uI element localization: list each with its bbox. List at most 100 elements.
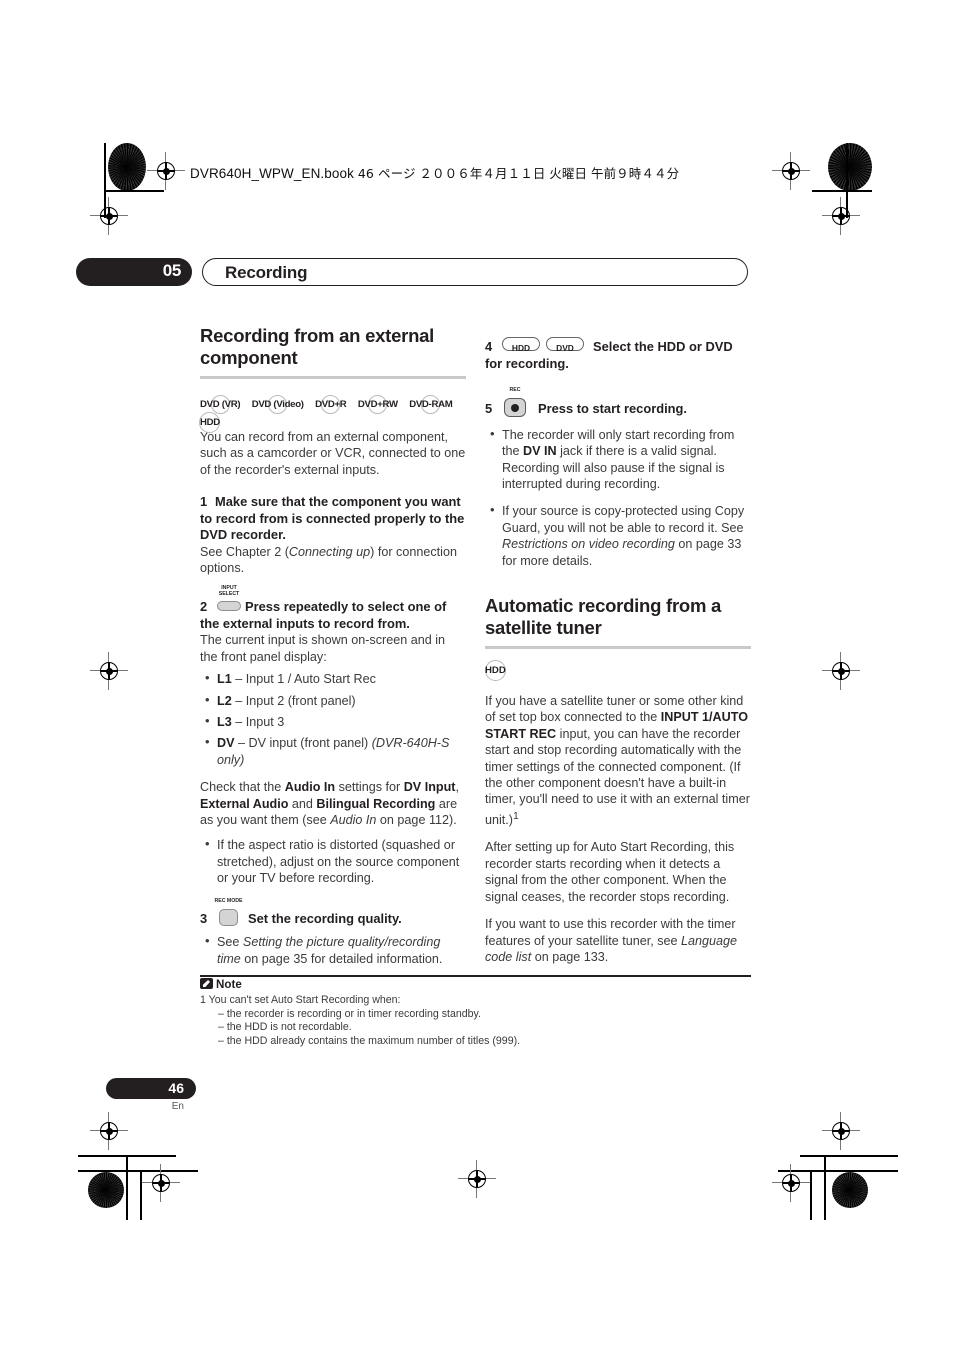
disc-badge-dvd-vr: DVD (VR) — [200, 395, 241, 415]
disc-badge-dvd-video: DVD (Video) — [252, 395, 304, 415]
input-list: L1 – Input 1 / Auto Start Rec L2 – Input… — [200, 670, 466, 768]
chapter-title-pill: Recording — [202, 258, 748, 286]
note-subitem-3: – the HDD already contains the maximum n… — [218, 1034, 521, 1047]
step-4-number: 4 — [485, 339, 493, 354]
step-2-detail: The current input is shown on-screen and… — [200, 633, 446, 664]
hdd-key[interactable]: HDD — [502, 337, 540, 353]
input-select-key[interactable]: INPUT SELECT — [217, 585, 241, 616]
list-item-l1: L1 – Input 1 / Auto Start Rec — [200, 670, 466, 687]
page-language: En — [171, 1101, 184, 1112]
list-item-l2: L2 – Input 2 (front panel) — [200, 691, 466, 709]
rec-mode-key[interactable]: REC MODE — [215, 898, 242, 931]
disc-badge-dvd-plus-r: DVD+R — [315, 395, 347, 415]
step-4: 4 HDD DVD Select the HDD or DVD for recordi… — [485, 337, 751, 372]
note-subitem-1: – the recorder is recording or in timer … — [218, 1007, 482, 1020]
right-column: 4 HDD DVD Select the HDD or DVD for recordi… — [484, 325, 751, 965]
step-1-detail-italic: Connecting up — [288, 545, 371, 559]
step-3-text: Set the recording quality. — [248, 910, 402, 926]
density-spot-top-right — [828, 143, 872, 191]
heading-rule — [200, 376, 466, 379]
dvd-key[interactable]: DVD — [546, 337, 584, 353]
registration-mark-left-mid — [90, 652, 128, 690]
step-5-number: 5 — [485, 401, 493, 417]
registration-mark-right-lower — [822, 1112, 860, 1150]
print-header-page-ref: 46 ページ — [357, 166, 416, 181]
step-3: 3 REC MODE Set the recording quality. — [200, 898, 466, 931]
page-number-badge: 46 — [106, 1078, 196, 1099]
step-2: 2 INPUT SELECT Press repeatedly to select o… — [200, 585, 466, 632]
note-subitem-2: – the HDD is not recordable. — [218, 1021, 352, 1034]
registration-mark-right-mid — [822, 652, 860, 690]
list-item-l2-label: L2 — [217, 693, 232, 708]
list-item-copy-guard-note: If your source is copy-protected using C… — [485, 502, 751, 569]
list-item-l3-label: L3 — [217, 714, 232, 729]
list-item-dv-in-note: The recorder will only start recording f… — [485, 426, 751, 493]
list-item-dv-label: DV — [217, 736, 235, 751]
print-header-time: 午前９時４４分 — [590, 166, 680, 181]
rec-mode-key-label: REC MODE — [214, 897, 243, 904]
crop-mark-bottom-left-v — [126, 1155, 128, 1220]
section-heading-recording-external: Recording from an external component — [200, 325, 435, 368]
registration-mark-left-upper — [90, 197, 128, 235]
step-2-number: 2 — [200, 598, 208, 614]
disc-badge-hdd: HDD — [199, 412, 221, 434]
section-heading-automatic-recording: Automatic recording from a satellite tun… — [485, 595, 722, 639]
note-icon — [200, 978, 213, 989]
rec-quality-note-list: See Setting the picture quality/recordin… — [200, 933, 466, 967]
note-separator-rule — [200, 975, 751, 977]
registration-mark-top-right — [772, 152, 810, 190]
note-item-1: 1 You can't set Auto Start Recording whe… — [200, 994, 401, 1006]
registration-mark-right-upper — [822, 197, 860, 235]
crop-mark-top-left-h — [104, 190, 164, 192]
audio-in-paragraph: Check that the Audio In settings for DV … — [200, 780, 459, 827]
aspect-ratio-note-list: If the aspect ratio is distorted (squash… — [200, 836, 466, 886]
density-spot-bottom-right — [832, 1172, 868, 1208]
disc-compatibility-row: DVD (VR) DVD (Video) DVD+R DVD+RW DVD-RA… — [199, 395, 466, 434]
step-5-text: Press to start recording. — [538, 401, 688, 417]
step-1-detail-a: See Chapter 2 ( — [200, 545, 289, 559]
chapter-bar: 05 Recording — [76, 258, 748, 286]
rec-key-label: REC — [509, 387, 521, 394]
note-title-row: Note — [200, 978, 751, 991]
disc-badge-dvd-ram: DVD-RAM — [409, 395, 453, 415]
list-item-l1-label: L1 — [217, 672, 232, 687]
list-item-rec-quality: See Setting the picture quality/recordin… — [200, 933, 466, 967]
chapter-number: 05 — [162, 261, 182, 280]
intro-paragraph: You can record from an external componen… — [200, 430, 466, 477]
registration-mark-left-lower — [90, 1112, 128, 1150]
crop-mark-bottom-left-v2 — [140, 1170, 142, 1220]
step-3-number: 3 — [200, 910, 208, 926]
registration-mark-bottom-right — [772, 1164, 810, 1202]
crop-mark-bottom-right-h — [800, 1155, 898, 1157]
registration-mark-top-left — [147, 152, 185, 190]
disc-compatibility-row-2: HDD — [484, 649, 751, 682]
crop-mark-bottom-right-v2 — [810, 1170, 812, 1220]
chapter-number-badge: 05 — [76, 258, 192, 286]
step-5: 5 REC Press to start recording. — [485, 387, 751, 422]
step-5-notes: The recorder will only start recording f… — [485, 426, 751, 569]
note-block: Note 1 You can't set Auto Start Recordin… — [200, 978, 751, 1048]
step-1: 1 Make sure that the component you want t… — [200, 494, 466, 544]
footnote-marker-1: 1 — [513, 809, 519, 822]
print-header-line: DVR640H_WPW_EN.book 46 ページ ２００６年４月１１日 火曜… — [190, 163, 679, 182]
input-select-key-label: INPUT SELECT — [218, 585, 240, 597]
note-title: Note — [216, 978, 242, 991]
list-item-l3: L3 – Input 3 — [200, 713, 466, 730]
crop-mark-bottom-left-h2 — [78, 1170, 198, 1172]
rec-key[interactable]: REC — [504, 387, 526, 422]
print-header-date: ２００６年４月１１日 — [419, 166, 546, 181]
registration-mark-bottom-center — [458, 1160, 496, 1198]
density-spot-bottom-left — [88, 1172, 124, 1208]
step-1-text: Make sure that the component you want to… — [200, 494, 465, 543]
print-header-filename: DVR640H_WPW_EN.book — [190, 166, 354, 181]
page-number: 46 — [168, 1080, 184, 1096]
satellite-paragraph-1: If you have a satellite tuner or some ot… — [485, 694, 750, 828]
satellite-paragraph-2: After setting up for Auto Start Recordin… — [485, 840, 735, 904]
disc-badge-dvd-plus-rw: DVD+RW — [358, 395, 398, 415]
step-1-number: 1 — [200, 494, 208, 510]
chapter-title: Recording — [225, 263, 308, 282]
left-column: Recording from an external component DVD… — [199, 325, 466, 972]
registration-mark-bottom-left — [142, 1164, 180, 1202]
list-item-dv: DV – DV input (front panel) (DVR-640H-S … — [200, 734, 466, 768]
crop-mark-top-right-h — [812, 190, 872, 192]
